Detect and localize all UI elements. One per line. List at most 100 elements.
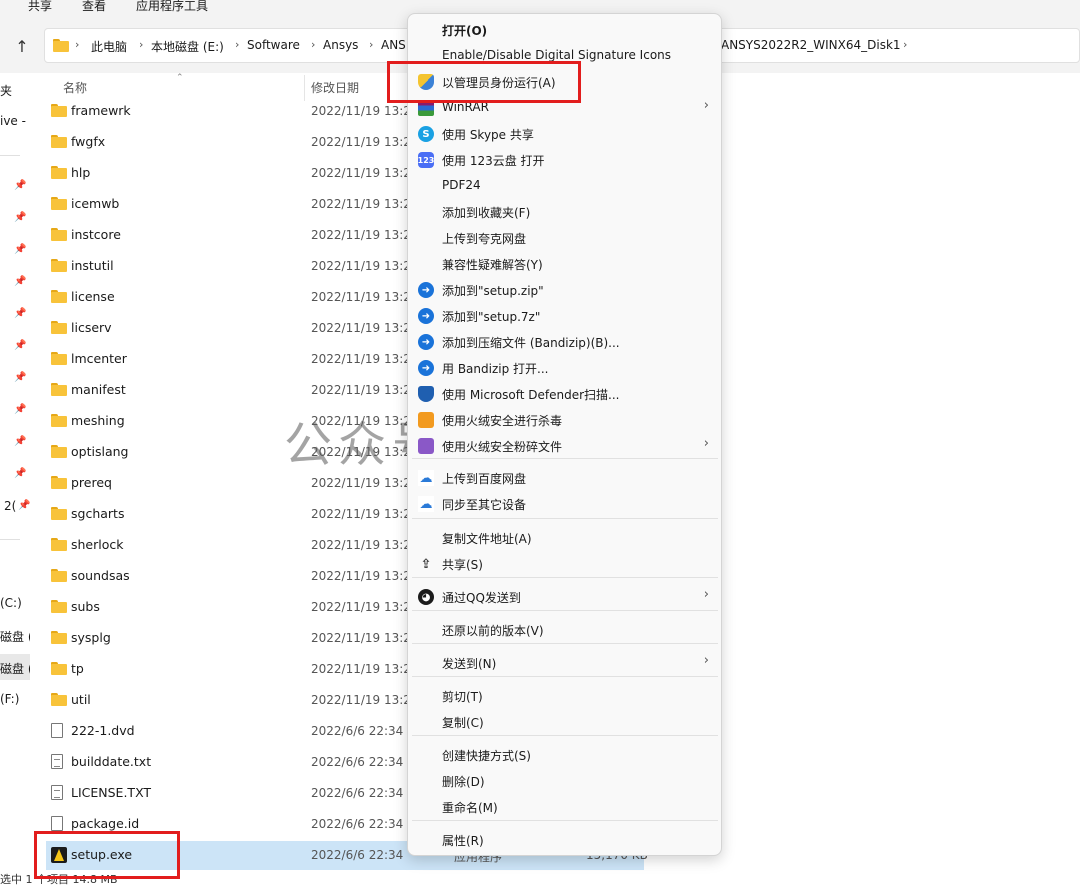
menu-item-pdf24[interactable]: PDF24 [412,173,717,199]
folder-icon [51,631,67,644]
menu-item-label: 使用火绒安全粉碎文件 [442,440,563,454]
menu-item-label: 添加到收藏夹(F) [442,206,531,220]
file-name: lmcenter [71,351,127,366]
ribbon-tab-share[interactable]: 共享 [28,0,52,14]
menu-item-label: 还原以前的版本(V) [442,624,544,638]
menu-item-skype[interactable]: S 使用 Skype 共享 [412,121,717,147]
menu-item-n[interactable]: 发送到(N) › [412,650,717,676]
folder-icon [51,538,67,551]
ribbon-tab-view[interactable]: 查看 [82,0,106,14]
file-date: 2022/11/19 13:2 [311,135,411,149]
menu-item-d[interactable]: 删除(D) [412,768,717,794]
file-date: 2022/11/19 13:2 [311,166,411,180]
menu-item-y[interactable]: 兼容性疑难解答(Y) [412,251,717,277]
breadcrumb-this-pc[interactable]: 此电脑 [91,38,127,55]
folder-icon [51,507,67,520]
menu-item-17[interactable]: ☁ 上传到百度网盘 [412,465,717,491]
menu-item-15[interactable]: 使用火绒安全进行杀毒 [412,407,717,433]
menu-item-qq[interactable]: ◕ 通过QQ发送到 › [412,584,717,610]
pin-icon: 📌 [14,468,27,479]
nav-divider [0,539,20,540]
text-file-icon [51,754,63,769]
menu-item-label: 使用 123云盘 打开 [442,154,545,168]
file-date: 2022/11/19 13:2 [311,600,411,614]
file-date: 2022/11/19 13:2 [311,228,411,242]
menu-item-f[interactable]: 添加到收藏夹(F) [412,199,717,225]
file-name: util [71,692,91,707]
folder-icon [51,321,67,334]
defender-icon [418,386,434,402]
up-arrow-icon[interactable]: ↑ [10,35,34,57]
menu-item-o[interactable]: 打开(O) [412,17,717,43]
context-menu: 打开(O) Enable/Disable Digital Signature Ic… [407,13,722,856]
file-date: 2022/11/19 13:2 [311,104,411,118]
menu-item-label: Enable/Disable Digital Signature Icons [442,48,672,62]
file-name: framewrk [71,103,131,118]
breadcrumb-software[interactable]: Software [247,38,300,52]
nav-item-onedrive[interactable]: ive - [0,114,26,128]
menu-item-v[interactable]: 还原以前的版本(V) [412,617,717,643]
file-date: 2022/11/19 13:2 [311,631,411,645]
folder-icon [51,228,67,241]
skype-icon: S [418,126,434,142]
menu-item-m[interactable]: 重命名(M) [412,794,717,820]
menu-item-a[interactable]: 复制文件地址(A) [412,525,717,551]
menu-item-label: 剪切(T) [442,690,483,704]
menu-item-r[interactable]: 属性(R) [412,827,717,853]
column-header-date[interactable]: 修改日期 [311,79,359,96]
menu-item-123[interactable]: 123 使用 123云盘 打开 [412,147,717,173]
file-date: 2022/11/19 13:2 [311,507,411,521]
bandizip-icon: ➜ [418,308,434,324]
breadcrumb-ansys[interactable]: Ansys [323,38,358,52]
menu-item-label: 添加到"setup.zip" [442,284,544,298]
baidu-icon: ☁ [418,496,434,512]
file-icon [51,816,63,831]
breadcrumb-disk1[interactable]: ANSYS2022R2_WINX64_Disk1 [721,38,901,52]
chevron-right-icon: › [703,653,709,668]
file-name: hlp [71,165,91,180]
breadcrumb-ans[interactable]: ANS [381,38,406,52]
pin-icon: 📌 [14,404,27,415]
folder-icon [51,662,67,675]
menu-item-18[interactable]: ☁ 同步至其它设备 [412,491,717,517]
file-name: builddate.txt [71,754,152,769]
menu-item-label: 上传到夸克网盘 [442,232,527,246]
menu-item-16[interactable]: 使用火绒安全粉碎文件 › [412,433,717,459]
folder-icon [51,197,67,210]
menu-item-bandizip[interactable]: ➜ 用 Bandizip 打开... [412,355,717,381]
menu-item-bandizip-b[interactable]: ➜ 添加到压缩文件 (Bandizip)(B)... [412,329,717,355]
file-date: 2022/11/19 13:2 [311,693,411,707]
menu-item-s[interactable]: 创建快捷方式(S) [412,742,717,768]
baidu-icon: ☁ [418,470,434,486]
chevron-right-icon: › [139,38,144,51]
highlight-box-setup-exe [34,831,180,879]
nav-item-drive-f[interactable]: (F:) [0,692,19,706]
menu-item-microsoft-defender[interactable]: 使用 Microsoft Defender扫描... [412,381,717,407]
menu-item-setup-zip[interactable]: ➜ 添加到"setup.zip" [412,277,717,303]
file-date: 2022/11/19 13:2 [311,290,411,304]
menu-item-8[interactable]: 上传到夸克网盘 [412,225,717,251]
ribbon-tab-app-tools[interactable]: 应用程序工具 [136,0,208,14]
menu-item-setup-7z[interactable]: ➜ 添加到"setup.7z" [412,303,717,329]
menu-item-t[interactable]: 剪切(T) [412,683,717,709]
file-name: tp [71,661,84,676]
menu-item-label: 使用 Microsoft Defender扫描... [442,388,620,402]
share-icon: ⇪ [420,556,432,572]
chevron-right-icon: › [703,436,709,451]
menu-item-label: 属性(R) [442,834,484,848]
chevron-right-icon: › [703,587,709,602]
huorong-icon [418,412,434,428]
chevron-right-icon: › [75,38,80,51]
menu-item-c[interactable]: 复制(C) [412,709,717,735]
file-name: license [71,289,115,304]
menu-item-s[interactable]: ⇪ 共享(S) [412,551,717,577]
pin-icon: 📌 [14,436,27,447]
column-header-name[interactable]: 名称 [63,79,87,96]
shredder-icon [418,438,434,454]
nav-item-recent[interactable]: 2( [4,499,16,513]
breadcrumb-drive-e[interactable]: 本地磁盘 (E:) [151,38,224,55]
folder-icon [51,290,67,303]
nav-item-drive-c[interactable]: (C:) [0,596,22,610]
nav-item-favorites[interactable]: 夹 [0,82,12,99]
menu-item-label: 使用 Skype 共享 [442,128,534,142]
